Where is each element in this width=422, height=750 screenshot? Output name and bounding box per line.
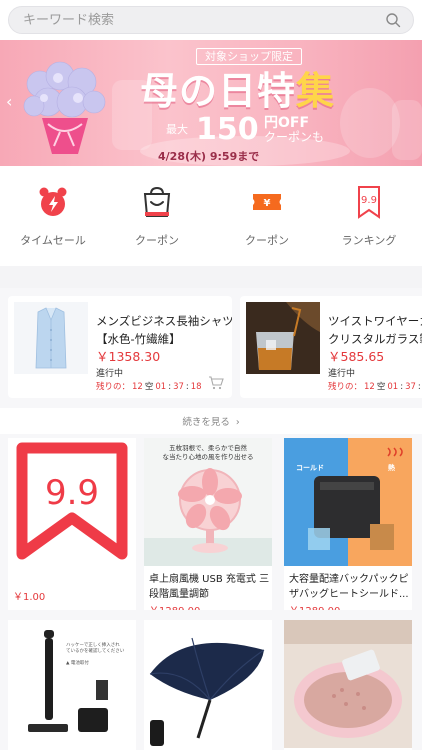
ranking-99-icon: 9.9 [358,186,380,219]
banner-amount: 150 [196,112,259,147]
wireless-microphone-image: ハッケーで正しく挿入され ているかを確認してください ▲ 電池取付 [8,620,136,748]
category-label: クーポン [245,234,289,247]
delivery-backpack-image: コールド 熱 [284,438,412,566]
search-icon[interactable] [385,12,401,28]
banner-coupon-label: クーポンも [264,130,325,144]
timer-minutes: 37 [405,382,416,392]
product-name: 大容量配達バックパックピ ザバッグヒートシールド... [289,572,412,602]
flash-sale-title-line2: 【水色-竹繊維】 [96,332,181,346]
category-label: クーポン [135,234,179,247]
mic-image-caption-3: ▲ 電池取付 [66,659,89,666]
folding-umbrella-image [144,620,272,748]
flash-sale-section: メンズビジネス長袖シャツ 【水色-竹繊維】 ￥1358.30 進行中 残りの： 12… [0,288,422,408]
product-name: 卓上扇風機 USB 充電式 三段階風量調節 [149,572,272,602]
banner-off-label: 円OFF [264,115,310,131]
category-coupon-bag[interactable]: クーポン [112,184,202,248]
svg-text:¥: ¥ [264,198,271,209]
flash-sale-timer: 残りの：12空01:37:18 [328,380,422,392]
svg-text:9.9: 9.9 [361,195,377,206]
ranking-99-text: 9.9 [45,473,99,513]
search-header [0,0,422,40]
banner-title-main: 母の日特 [140,69,297,113]
promo-banner[interactable]: ‹ 対象ショップ限定 母の日特集 最大 150 円OFF クーポンも 4/28(… [0,40,422,166]
category-row: タイムセール クーポン ¥ クーポン 9.9 ランキング [0,176,422,266]
section-divider [0,266,422,288]
banner-date: 4/28(木) 9:59まで [158,150,260,163]
flash-sale-price: ￥1358.30 [96,349,161,364]
shirt-image [14,302,88,374]
timer-minutes: 37 [173,382,184,392]
hot-label: 熱 [388,463,395,472]
banner-title: 母の日特集 [140,60,335,115]
whiskey-glass-image [246,302,320,374]
flash-sale-timer: 残りの：12空01:37:18 [96,382,202,392]
flash-sale-card[interactable]: メンズビジネス長袖シャツ 【水色-竹繊維】 ￥1358.30 進行中 残りの： 12… [8,296,232,398]
product-name-line1: 大容量配達バックパックピ [289,574,409,585]
product-name-line2: 段階風量調節 [149,589,209,600]
timer-seconds: 18 [190,382,202,392]
flash-sale-price: ￥585.65 [328,349,385,364]
timer-hours: 01 [387,382,399,392]
banner-title-accent: 集 [296,69,336,113]
timer-hours: 01 [155,382,167,392]
category-ranking[interactable]: 9.9 ランキング [324,184,414,248]
flash-sale-title-line1: ツイストワイヤーカ [328,314,422,328]
product-price: ￥1289.00 [289,602,340,610]
product-card[interactable]: ハッケーで正しく挿入され ているかを確認してください ▲ 電池取付 [8,620,136,750]
category-label: ランキング [341,234,397,247]
product-card[interactable]: 9.9 ￥1.00 [8,438,136,610]
mic-image-caption-2: ているかを確認してください [66,647,125,654]
category-label: タイムセール [20,234,86,247]
product-grid: 9.9 ￥1.00 五枚羽根で、柔らかで自然 な当たり心地の風を作り出せる 卓上… [0,434,422,750]
flash-sale-card[interactable]: ツイストワイヤーカ クリスタルガラス製 ￥585.65 進行中 残りの： 12 空 01… [240,296,422,398]
chevron-right-icon: › [235,417,240,428]
coupon-ticket-icon: ¥ [253,194,281,210]
timer-label: 残りの： [328,382,363,392]
cold-label: コールド [296,464,324,472]
product-price: ￥1289.00 [149,602,200,610]
fan-image-caption-2: な当たり心地の風を作り出せる [163,452,254,461]
product-name-line1: 卓上扇風機 USB 充電式 三 [149,574,270,585]
timer-label: 残りの： [96,382,131,392]
shopping-bag-icon [143,186,171,217]
timer-days: 12 [132,382,143,392]
fan-image-caption-1: 五枚羽根で、柔らかで自然 [169,443,247,452]
product-card[interactable]: コールド 熱 大容量配達バックパックピザバッグヒートシールド... ￥1289.… [284,438,412,610]
flash-sale-title: メンズビジネス長袖シャツ 【水色-竹繊維】 [96,312,232,348]
banner-max-label: 最大 [166,123,188,136]
desk-fan-image: 五枚羽根で、柔らかで自然 な当たり心地の風を作り出せる [144,438,272,566]
flash-sale-title-line2: クリスタルガラス製 [328,332,422,346]
product-price: ￥1.00 [13,592,46,603]
flash-sale-status: 進行中 [328,369,356,379]
search-bar[interactable] [8,6,414,34]
alarm-clock-icon [39,187,67,216]
product-card[interactable] [284,620,412,750]
mic-image-caption-1: ハッケーで正しく挿入され [66,641,120,648]
cat-litter-box-image [284,620,412,748]
see-more-link[interactable]: 続きを見る › [0,412,422,434]
see-more-label: 続きを見る [182,417,230,428]
hydrangea-bouquet-image [23,61,106,154]
ranking-99-image: 9.9 [8,438,136,566]
product-card[interactable] [144,620,272,750]
product-card[interactable]: 五枚羽根で、柔らかで自然 な当たり心地の風を作り出せる 卓上扇風機 USB 充電… [144,438,272,610]
flash-sale-title: ツイストワイヤーカ クリスタルガラス製 [328,312,422,348]
flash-sale-status: 進行中 [96,369,124,379]
timer-days: 12 [364,382,375,392]
search-input[interactable] [23,7,363,33]
category-time-sale[interactable]: タイムセール [8,184,98,248]
flash-sale-title-line1: メンズビジネス長袖シャツ [96,314,232,328]
category-coupon-ticket[interactable]: ¥ クーポン [222,184,312,248]
product-name-line2: ザバッグヒートシールド... [289,589,409,600]
cart-icon[interactable] [208,376,224,390]
